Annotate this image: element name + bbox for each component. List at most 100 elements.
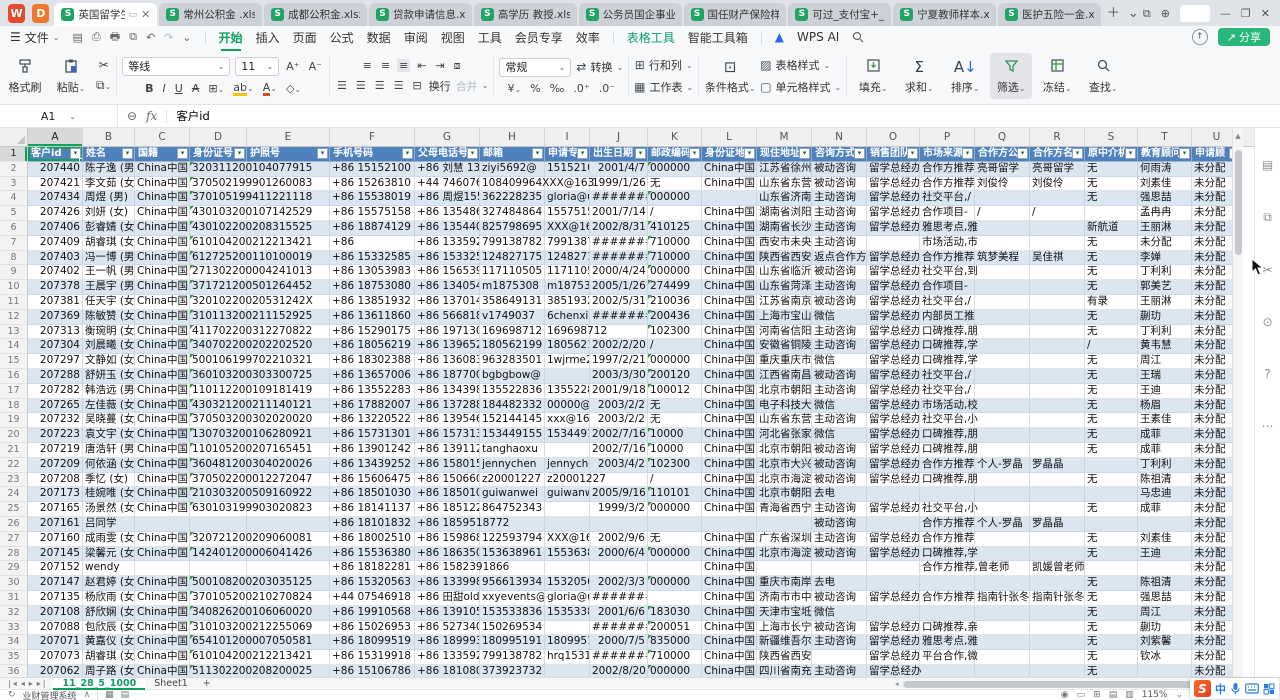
cell[interactable]: 山东省临沂 — [757, 265, 812, 280]
cell[interactable]: 000000 — [648, 162, 702, 177]
cell[interactable]: 郭美艺 — [1138, 280, 1192, 295]
cell[interactable]: m1875308 — [545, 280, 590, 295]
cell[interactable]: China中国 — [135, 635, 190, 650]
cell[interactable]: 2001/4/7 — [590, 162, 648, 177]
cell[interactable]: 筑梦美程 — [975, 251, 1030, 266]
cell[interactable]: 王丽淋 — [1138, 295, 1192, 310]
column-letter[interactable]: F — [330, 128, 415, 146]
cell[interactable]: 169698712 — [480, 325, 545, 340]
cell[interactable]: 文静如 (女 — [83, 354, 135, 369]
cell[interactable] — [1085, 458, 1138, 473]
cell[interactable]: +44 07546918 — [330, 591, 415, 606]
cell[interactable]: 2005/1/26 — [590, 280, 648, 295]
cell[interactable]: +86 1810804199 — [415, 665, 480, 677]
cell[interactable]: 410125 — [648, 221, 702, 236]
row-number[interactable]: 9 — [0, 265, 28, 280]
cell[interactable]: ######## — [590, 236, 648, 251]
cell[interactable]: 汤景然 (女 — [83, 502, 135, 517]
cell[interactable]: 被动咨询 — [812, 162, 867, 177]
rows-cols-button[interactable]: ⊞行和列⌄ — [635, 57, 693, 73]
cell[interactable] — [867, 561, 920, 576]
cell[interactable]: 青海省西宁 — [757, 502, 812, 517]
file-tab[interactable]: S贷款申请信息.xlsx — [369, 3, 472, 26]
cell[interactable]: 153533836 — [545, 606, 590, 621]
tab-page[interactable]: 页面 — [293, 29, 317, 46]
cell[interactable] — [1030, 413, 1085, 428]
cell[interactable]: jennychen — [480, 458, 545, 473]
cell[interactable]: 留学总经办 — [867, 295, 920, 310]
cell[interactable]: 留学总经办 — [867, 547, 920, 562]
cell[interactable]: 丁利利 — [1138, 265, 1192, 280]
filter-icon[interactable]: ▾ — [317, 148, 328, 159]
tab-insert[interactable]: 插入 — [256, 29, 280, 46]
cell[interactable]: +86 13053983 — [330, 265, 415, 280]
cell[interactable]: China中国 — [702, 635, 757, 650]
column-letter[interactable]: I — [545, 128, 590, 146]
cell[interactable]: +86 15575158 — [330, 206, 415, 221]
cell[interactable]: 留学总经办 — [867, 621, 920, 636]
cell[interactable]: 2001/9/18 — [590, 384, 648, 399]
cell-style-button[interactable]: ▢单元格样式⌄ — [760, 79, 841, 95]
cell[interactable]: 180562199 — [545, 339, 590, 354]
cell[interactable]: 2002/8/20 — [590, 665, 648, 677]
community-icon[interactable]: ⊕ — [1161, 7, 1170, 20]
cell[interactable]: China中国 — [135, 310, 190, 325]
cell[interactable]: z20001227 — [545, 473, 590, 488]
cell[interactable] — [1030, 487, 1085, 502]
cell[interactable]: 杨眉 — [1138, 399, 1192, 414]
align-right-icon[interactable]: ☰ — [373, 79, 387, 92]
row-number[interactable]: 22 — [0, 458, 28, 473]
cell[interactable]: +86 1863505000 — [415, 547, 480, 562]
cell[interactable]: 湖南省浏阳 — [757, 206, 812, 221]
tab-table-tools[interactable]: 表格工具 — [627, 29, 675, 46]
cell[interactable]: 陈子逸 (男 — [83, 162, 135, 177]
cell[interactable]: 周江 — [1138, 354, 1192, 369]
cell[interactable]: 无 — [1085, 443, 1138, 458]
cell[interactable] — [545, 502, 590, 517]
percent-button[interactable]: % — [528, 82, 542, 95]
cell[interactable]: 刘紫馨 — [1138, 635, 1192, 650]
cell[interactable]: 000000 — [648, 265, 702, 280]
cell[interactable]: +86 1372884680 — [415, 399, 480, 414]
cell[interactable]: gloria@uk — [545, 191, 590, 206]
cell[interactable]: 马忠迪 — [1138, 487, 1192, 502]
row-number[interactable]: 2 — [0, 162, 28, 177]
cell[interactable] — [1085, 487, 1138, 502]
search-icon[interactable] — [852, 31, 864, 43]
cell[interactable]: 口碑推荐,学 — [920, 354, 975, 369]
cell[interactable]: 主动咨询 — [812, 325, 867, 340]
cell[interactable]: 2000/7/5 — [590, 635, 648, 650]
column-letter[interactable]: M — [757, 128, 812, 146]
cell[interactable]: +86 周煜155380 — [415, 191, 480, 206]
sheet-tab[interactable]: Sheet1 — [145, 678, 197, 690]
cell[interactable]: 327484864 — [480, 206, 545, 221]
cell[interactable] — [920, 665, 975, 677]
cell[interactable]: 835000 — [648, 635, 702, 650]
cell[interactable]: 207288 — [28, 369, 83, 384]
cell[interactable]: 370105200210270824 — [190, 591, 247, 606]
cell[interactable] — [1085, 561, 1138, 576]
cell[interactable]: China中国 — [702, 547, 757, 562]
tab-home[interactable]: 开始 — [219, 29, 243, 46]
cell[interactable]: 2002/2/20 — [590, 339, 648, 354]
row-number[interactable]: 35 — [0, 650, 28, 665]
cell[interactable]: 胡睿琪 (女 — [83, 236, 135, 251]
cell[interactable]: 2003/3/30 — [590, 369, 648, 384]
cell[interactable]: 亮哥留学 — [975, 162, 1030, 177]
cell[interactable]: 江苏省徐州 — [757, 162, 812, 177]
cell[interactable] — [648, 591, 702, 606]
cell[interactable]: wendy — [83, 561, 135, 576]
cell[interactable]: 王晨宇 (男 — [83, 280, 135, 295]
filter-icon[interactable]: ▾ — [744, 148, 755, 159]
system-plugin-icon[interactable]: ↻ — [8, 690, 16, 700]
cell[interactable]: China中国 — [702, 384, 757, 399]
column-header[interactable]: 护照号▾ — [247, 147, 330, 162]
cell[interactable]: 207223 — [28, 428, 83, 443]
cell[interactable]: m1875308 — [480, 280, 545, 295]
convert-button[interactable]: ⇄转换⌄ — [576, 59, 623, 75]
cell[interactable]: 无 — [648, 532, 702, 547]
strikethrough-button[interactable]: A — [190, 82, 202, 95]
cell[interactable] — [975, 428, 1030, 443]
cell[interactable]: 微信 — [812, 428, 867, 443]
cell[interactable] — [975, 621, 1030, 636]
